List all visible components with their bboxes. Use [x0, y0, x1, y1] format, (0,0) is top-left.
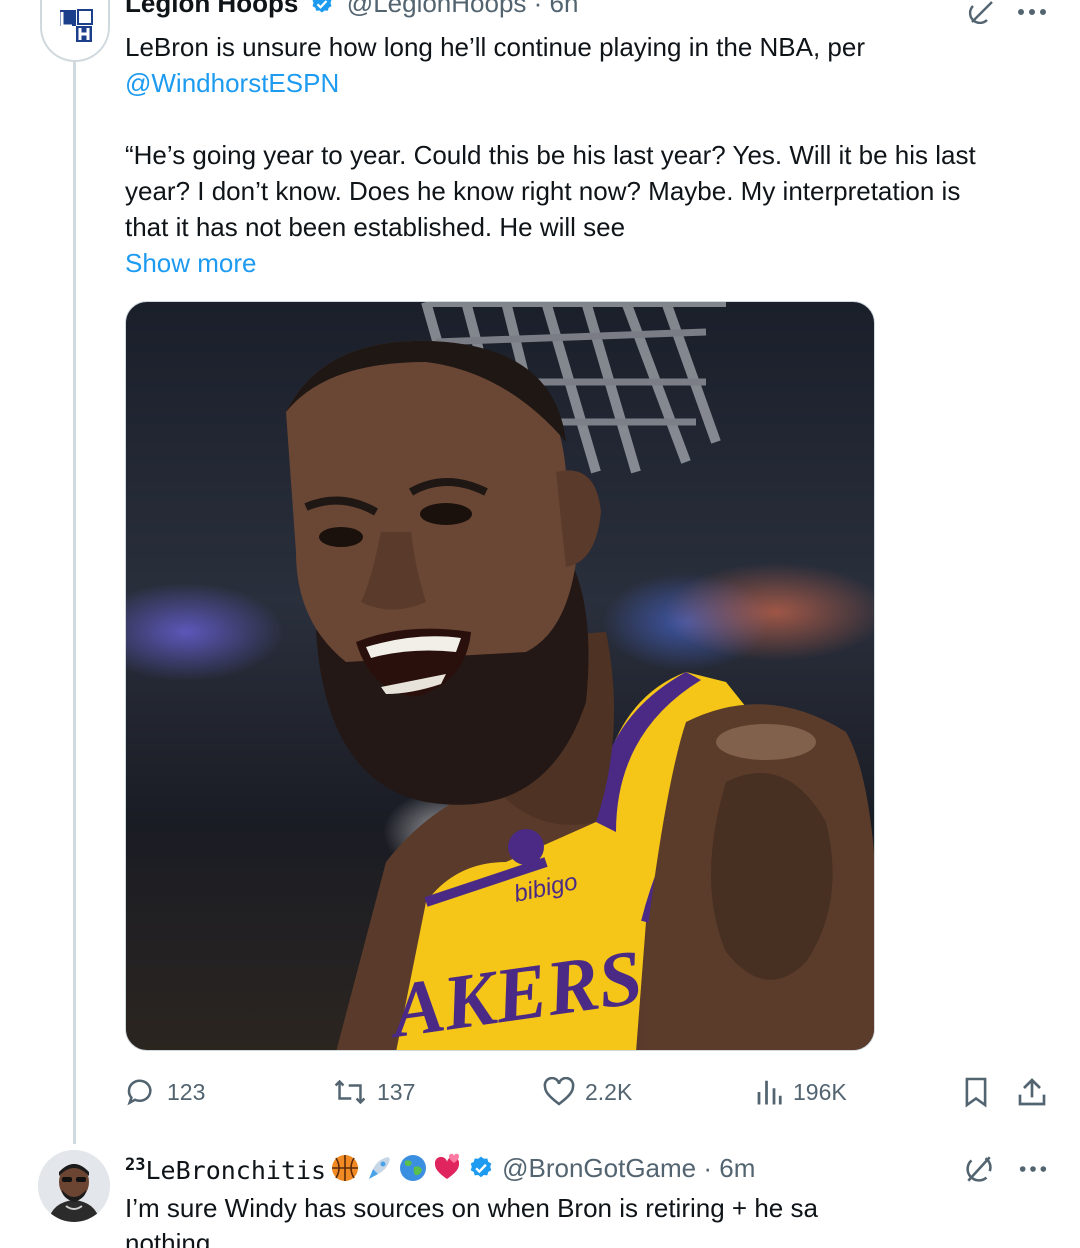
tweet-media-image[interactable]: bibigo AKERS — [125, 301, 875, 1051]
tweet-header: Legion Hoops @LegionHoops · 6h — [125, 0, 578, 18]
verified-badge-icon — [470, 1156, 492, 1178]
rocket-emoji-icon — [369, 1157, 391, 1179]
heart-icon — [543, 1077, 575, 1106]
tweet-top-actions — [968, 0, 1048, 24]
share-icon — [1018, 1078, 1046, 1106]
grok-icon[interactable] — [964, 1154, 994, 1184]
reply-author-name-text: LeBronchitis — [145, 1156, 327, 1185]
text-fade-overlay — [830, 1190, 1060, 1226]
views-icon — [757, 1080, 782, 1105]
tweet-quote-line: year? I don’t know. Does he know right n… — [125, 176, 961, 206]
more-icon[interactable] — [1018, 1164, 1048, 1174]
bookmark-icon — [965, 1077, 987, 1108]
reply-count: 123 — [167, 1078, 206, 1105]
thread-connector-line — [73, 62, 76, 1144]
reply-icon — [127, 1079, 152, 1106]
avatar[interactable] — [40, 0, 110, 62]
legion-hoops-logo-icon — [45, 0, 108, 59]
tweet-action-bar: 123 137 2.2K 196K — [125, 1072, 1055, 1112]
reply-text-line: I’m sure Windy has sources on when Bron … — [125, 1193, 818, 1223]
repost-count: 137 — [377, 1078, 416, 1105]
player-photo: bibigo AKERS — [286, 302, 874, 1050]
reply-author-name[interactable]: 23LeBronchitis — [125, 1147, 326, 1189]
tweet-quote-line: that it has not been established. He wil… — [125, 212, 626, 242]
reply-handle[interactable]: @BronGotGame · 6m — [502, 1150, 755, 1186]
basketball-emoji-icon — [332, 1155, 359, 1181]
verified-badge-icon — [312, 0, 332, 13]
reply-avatar[interactable] — [38, 1150, 110, 1222]
globe-emoji-icon — [400, 1155, 427, 1181]
repost-icon — [334, 1079, 366, 1105]
show-more-link[interactable]: Show more — [125, 245, 257, 281]
author-handle[interactable]: @LegionHoops · 6h — [347, 0, 579, 18]
reply-header: 23LeBronchitis @BronGotGame · 6m — [125, 1150, 755, 1186]
reply-top-actions — [964, 1154, 1048, 1184]
author-name[interactable]: Legion Hoops — [125, 0, 298, 18]
views-count: 196K — [793, 1078, 847, 1105]
tweet-quote-line: “He’s going year to year. Could this be … — [125, 140, 976, 170]
hearts-emoji-icon — [435, 1153, 460, 1179]
like-button[interactable]: 2.2K — [543, 1072, 632, 1112]
reply-button[interactable]: 123 — [125, 1072, 205, 1112]
share-button[interactable] — [1017, 1072, 1047, 1112]
more-icon[interactable] — [1016, 7, 1048, 17]
repost-button[interactable]: 137 — [333, 1072, 415, 1112]
grok-icon[interactable] — [968, 0, 996, 24]
bookmark-button[interactable] — [963, 1072, 989, 1112]
views-button[interactable]: 196K — [755, 1072, 847, 1112]
reply-text-line: nothing — [125, 1228, 211, 1248]
mention-link[interactable]: @WindhorstESPN — [125, 65, 339, 101]
avatar-image — [38, 1150, 110, 1222]
like-count: 2.2K — [585, 1078, 633, 1105]
tweet-text-line: LeBron is unsure how long he’ll continue… — [125, 32, 866, 62]
name-prefix: 23 — [125, 1155, 146, 1175]
